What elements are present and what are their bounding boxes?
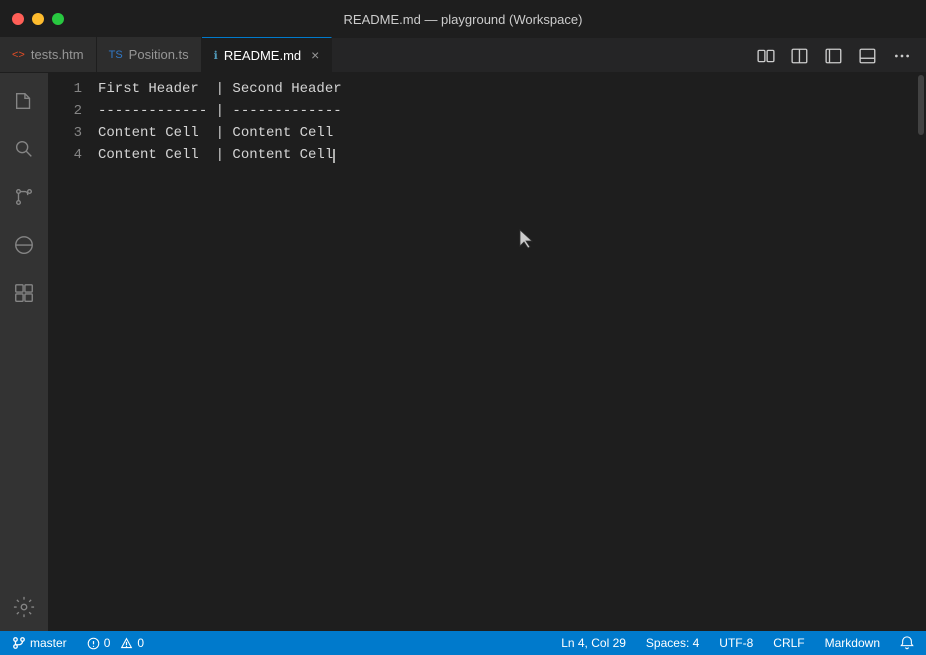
sidebar-item-source-control[interactable]: [0, 173, 48, 221]
minimize-button[interactable]: [32, 13, 44, 25]
maximize-button[interactable]: [52, 13, 64, 25]
error-count: 0: [104, 636, 111, 650]
close-button[interactable]: [12, 13, 24, 25]
title-bar: README.md — playground (Workspace): [0, 0, 926, 38]
status-left: master 0 0: [8, 631, 148, 655]
sidebar-item-search[interactable]: [0, 125, 48, 173]
error-icon: [87, 637, 100, 650]
info-icon: ℹ: [214, 49, 218, 62]
tab-close-button[interactable]: ×: [311, 47, 319, 63]
bell-icon: [900, 636, 914, 650]
line-content-3: Content Cell | Content Cell: [98, 125, 333, 141]
code-editor[interactable]: 1 First Header | Second Header 2 -------…: [48, 73, 926, 631]
tab-bar: <> tests.htm TS Position.ts ℹ README.md …: [0, 38, 926, 73]
sidebar-item-settings[interactable]: [0, 583, 48, 631]
search-icon: [12, 137, 36, 161]
tab-label-position-ts: Position.ts: [129, 47, 189, 62]
encoding[interactable]: UTF-8: [715, 631, 757, 655]
code-line-2: 2 ------------- | -------------: [48, 103, 926, 125]
status-right: Ln 4, Col 29 Spaces: 4 UTF-8 CRLF Markdo…: [557, 631, 918, 655]
encoding-text: UTF-8: [719, 636, 753, 650]
line-number-2: 2: [48, 103, 98, 119]
file-icon: [12, 89, 36, 113]
split-editor-button[interactable]: [784, 40, 816, 72]
tab-label-tests-htm: tests.htm: [31, 47, 84, 62]
toggle-sidebar-button[interactable]: [818, 40, 850, 72]
traffic-lights: [12, 13, 64, 25]
line-number-3: 3: [48, 125, 98, 141]
status-bar: master 0 0 Ln 4, Col 29 Spaces: 4 UTF-8: [0, 631, 926, 655]
line-number-1: 1: [48, 81, 98, 97]
mouse-cursor: [518, 228, 534, 250]
window-title: README.md — playground (Workspace): [344, 12, 583, 27]
line-content-1: First Header | Second Header: [98, 81, 342, 97]
position-text: Ln 4, Col 29: [561, 636, 626, 650]
activity-bar: [0, 73, 48, 631]
sidebar-item-extensions[interactable]: [0, 269, 48, 317]
sidebar-item-no-entry[interactable]: [0, 221, 48, 269]
warning-icon: [120, 637, 133, 650]
code-line-4: 4 Content Cell | Content Cell: [48, 147, 926, 169]
ts-icon: TS: [109, 49, 123, 61]
line-content-4: Content Cell | Content Cell: [98, 147, 335, 163]
html-icon: <>: [12, 49, 25, 61]
more-actions-button[interactable]: [886, 40, 918, 72]
tab-tests-htm[interactable]: <> tests.htm: [0, 37, 97, 72]
scrollbar-thumb[interactable]: [918, 75, 924, 135]
line-ending-text: CRLF: [773, 636, 804, 650]
notifications-bell[interactable]: [896, 631, 918, 655]
warning-count: 0: [137, 636, 144, 650]
sidebar-item-explorer[interactable]: [0, 77, 48, 125]
indentation[interactable]: Spaces: 4: [642, 631, 703, 655]
extensions-icon: [12, 281, 36, 305]
open-preview-button[interactable]: [750, 40, 782, 72]
code-line-1: 1 First Header | Second Header: [48, 81, 926, 103]
line-ending[interactable]: CRLF: [769, 631, 808, 655]
gear-icon: [12, 595, 36, 619]
line-number-4: 4: [48, 147, 98, 163]
spaces-text: Spaces: 4: [646, 636, 699, 650]
branch-name: master: [30, 636, 67, 650]
scrollbar[interactable]: [916, 73, 926, 631]
branch-status[interactable]: master: [8, 631, 71, 655]
git-branch-icon: [12, 636, 26, 650]
line-content-2: ------------- | -------------: [98, 103, 342, 119]
language-mode[interactable]: Markdown: [821, 631, 884, 655]
text-cursor: [333, 149, 335, 163]
tab-readme-md[interactable]: ℹ README.md ×: [202, 37, 333, 72]
errors-status[interactable]: 0 0: [83, 631, 148, 655]
language-text: Markdown: [825, 636, 880, 650]
cursor-position[interactable]: Ln 4, Col 29: [557, 631, 630, 655]
git-icon: [12, 185, 36, 209]
code-line-3: 3 Content Cell | Content Cell: [48, 125, 926, 147]
toggle-panel-button[interactable]: [852, 40, 884, 72]
editor-area: 1 First Header | Second Header 2 -------…: [48, 73, 926, 631]
no-entry-icon: [12, 233, 36, 257]
tab-label-readme-md: README.md: [224, 48, 301, 63]
tab-position-ts[interactable]: TS Position.ts: [97, 37, 202, 72]
